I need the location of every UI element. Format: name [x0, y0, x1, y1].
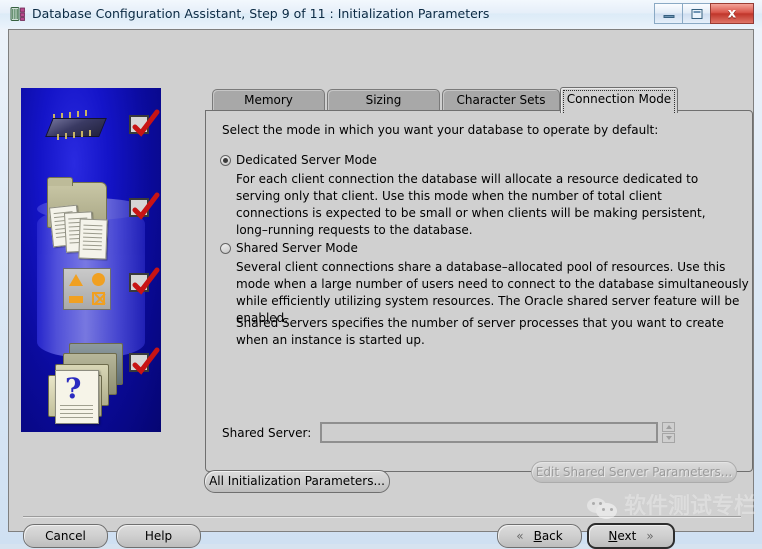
radio-label: Shared Server Mode [236, 241, 358, 255]
maximize-button[interactable] [682, 3, 710, 24]
spinner-down-icon[interactable] [662, 433, 675, 443]
chevron-left-icon: « [516, 529, 524, 543]
help-button[interactable]: Help [116, 524, 201, 548]
minimize-button[interactable] [654, 3, 682, 24]
panel-intro-text: Select the mode in which you want your d… [222, 123, 659, 137]
back-button[interactable]: « Back [497, 524, 582, 548]
chevron-right-icon: » [646, 529, 654, 543]
radio-indicator [220, 155, 231, 166]
close-button[interactable]: x [710, 3, 754, 24]
tab-character-sets[interactable]: Character Sets [442, 89, 560, 111]
radio-indicator [220, 243, 231, 254]
tab-label: Sizing [365, 93, 402, 107]
radio-label: Dedicated Server Mode [236, 153, 377, 167]
tab-memory[interactable]: Memory [212, 89, 325, 111]
tab-label: Connection Mode [566, 92, 672, 106]
spinner-up-icon[interactable] [662, 422, 675, 432]
close-icon: x [727, 6, 737, 21]
connection-mode-panel: Select the mode in which you want your d… [205, 110, 753, 483]
wizard-illustration: ? [21, 88, 161, 432]
app-window: Database Configuration Assistant, Step 9… [0, 0, 762, 549]
button-label: All Initialization Parameters... [209, 474, 385, 488]
cancel-button[interactable]: Cancel [23, 524, 108, 548]
chip-graphic [43, 110, 107, 140]
dialog-client-area: ? Memory Sizing Character Sets Connectio… [8, 29, 754, 549]
shapes-graphic [63, 268, 111, 310]
dedicated-mode-description: For each client connection the database … [236, 172, 706, 237]
tab-label: Character Sets [456, 93, 546, 107]
shared-servers-note: Shared Servers specifies the number of s… [236, 316, 724, 347]
shared-server-spinner[interactable] [662, 422, 675, 443]
window-title: Database Configuration Assistant, Step 9… [32, 6, 490, 21]
checkmark-icon [129, 109, 160, 137]
shared-server-input[interactable] [320, 422, 658, 443]
tab-sizing[interactable]: Sizing [327, 89, 440, 111]
question-document-graphic: ? [55, 370, 99, 424]
shared-server-label: Shared Server: [222, 426, 312, 440]
all-initialization-parameters-button[interactable]: All Initialization Parameters... [204, 470, 390, 493]
checkmark-icon [129, 347, 160, 375]
window-controls: x [654, 3, 754, 24]
next-button[interactable]: Next » [587, 523, 675, 549]
tab-strip: Memory Sizing Character Sets Connection … [205, 87, 753, 113]
button-label: Edit Shared Server Parameters... [535, 465, 733, 479]
title-bar: Database Configuration Assistant, Step 9… [0, 0, 762, 28]
tab-label: Memory [244, 93, 293, 107]
button-label: Back [533, 529, 563, 543]
button-label: Next [608, 529, 637, 543]
checkmark-icon [129, 192, 160, 220]
edit-shared-server-parameters-button[interactable]: Edit Shared Server Parameters... [531, 461, 737, 483]
database-icon [10, 6, 26, 22]
checkmark-icon [129, 267, 160, 295]
document-graphic [78, 218, 108, 260]
footer-divider [23, 516, 741, 518]
tab-connection-mode[interactable]: Connection Mode [560, 87, 678, 113]
